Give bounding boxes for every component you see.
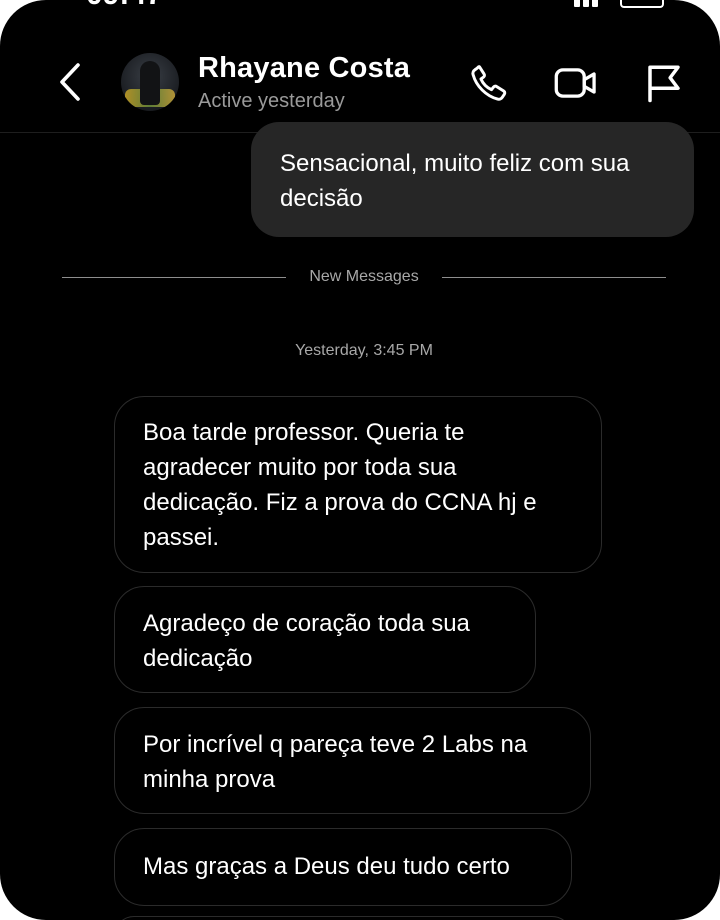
video-camera-icon <box>554 68 596 98</box>
received-message-bubble[interactable]: Por incrível q pareça teve 2 Labs na min… <box>114 707 591 814</box>
phone-icon <box>471 65 507 101</box>
report-button[interactable] <box>641 60 687 106</box>
back-button[interactable] <box>50 60 90 104</box>
chat-header: Rhayane Costa Active yesterday <box>0 0 720 133</box>
received-message-bubble[interactable]: Boa tarde professor. Queria te agradecer… <box>114 396 602 573</box>
phone-screen: 09:47 Rhayane Costa Active yesterday <box>0 0 720 920</box>
received-message-bubble-partial[interactable] <box>114 916 572 920</box>
message-timestamp: Yesterday, 3:45 PM <box>295 342 433 359</box>
received-message-bubble[interactable]: Agradeço de coração toda sua dedicação <box>114 586 536 693</box>
divider-line <box>442 277 666 278</box>
contact-status: Active yesterday <box>198 90 345 112</box>
video-call-button[interactable] <box>553 60 599 106</box>
audio-call-button[interactable] <box>466 60 512 106</box>
chevron-left-icon <box>60 63 80 101</box>
avatar[interactable] <box>121 53 179 111</box>
new-messages-divider: New Messages <box>309 268 419 285</box>
divider-line <box>62 277 286 278</box>
received-message-bubble[interactable]: Mas graças a Deus deu tudo certo <box>114 828 572 906</box>
sent-message-bubble[interactable]: Sensacional, muito feliz com sua decisão <box>251 122 694 237</box>
contact-name[interactable]: Rhayane Costa <box>198 52 410 85</box>
flag-icon <box>648 65 680 103</box>
